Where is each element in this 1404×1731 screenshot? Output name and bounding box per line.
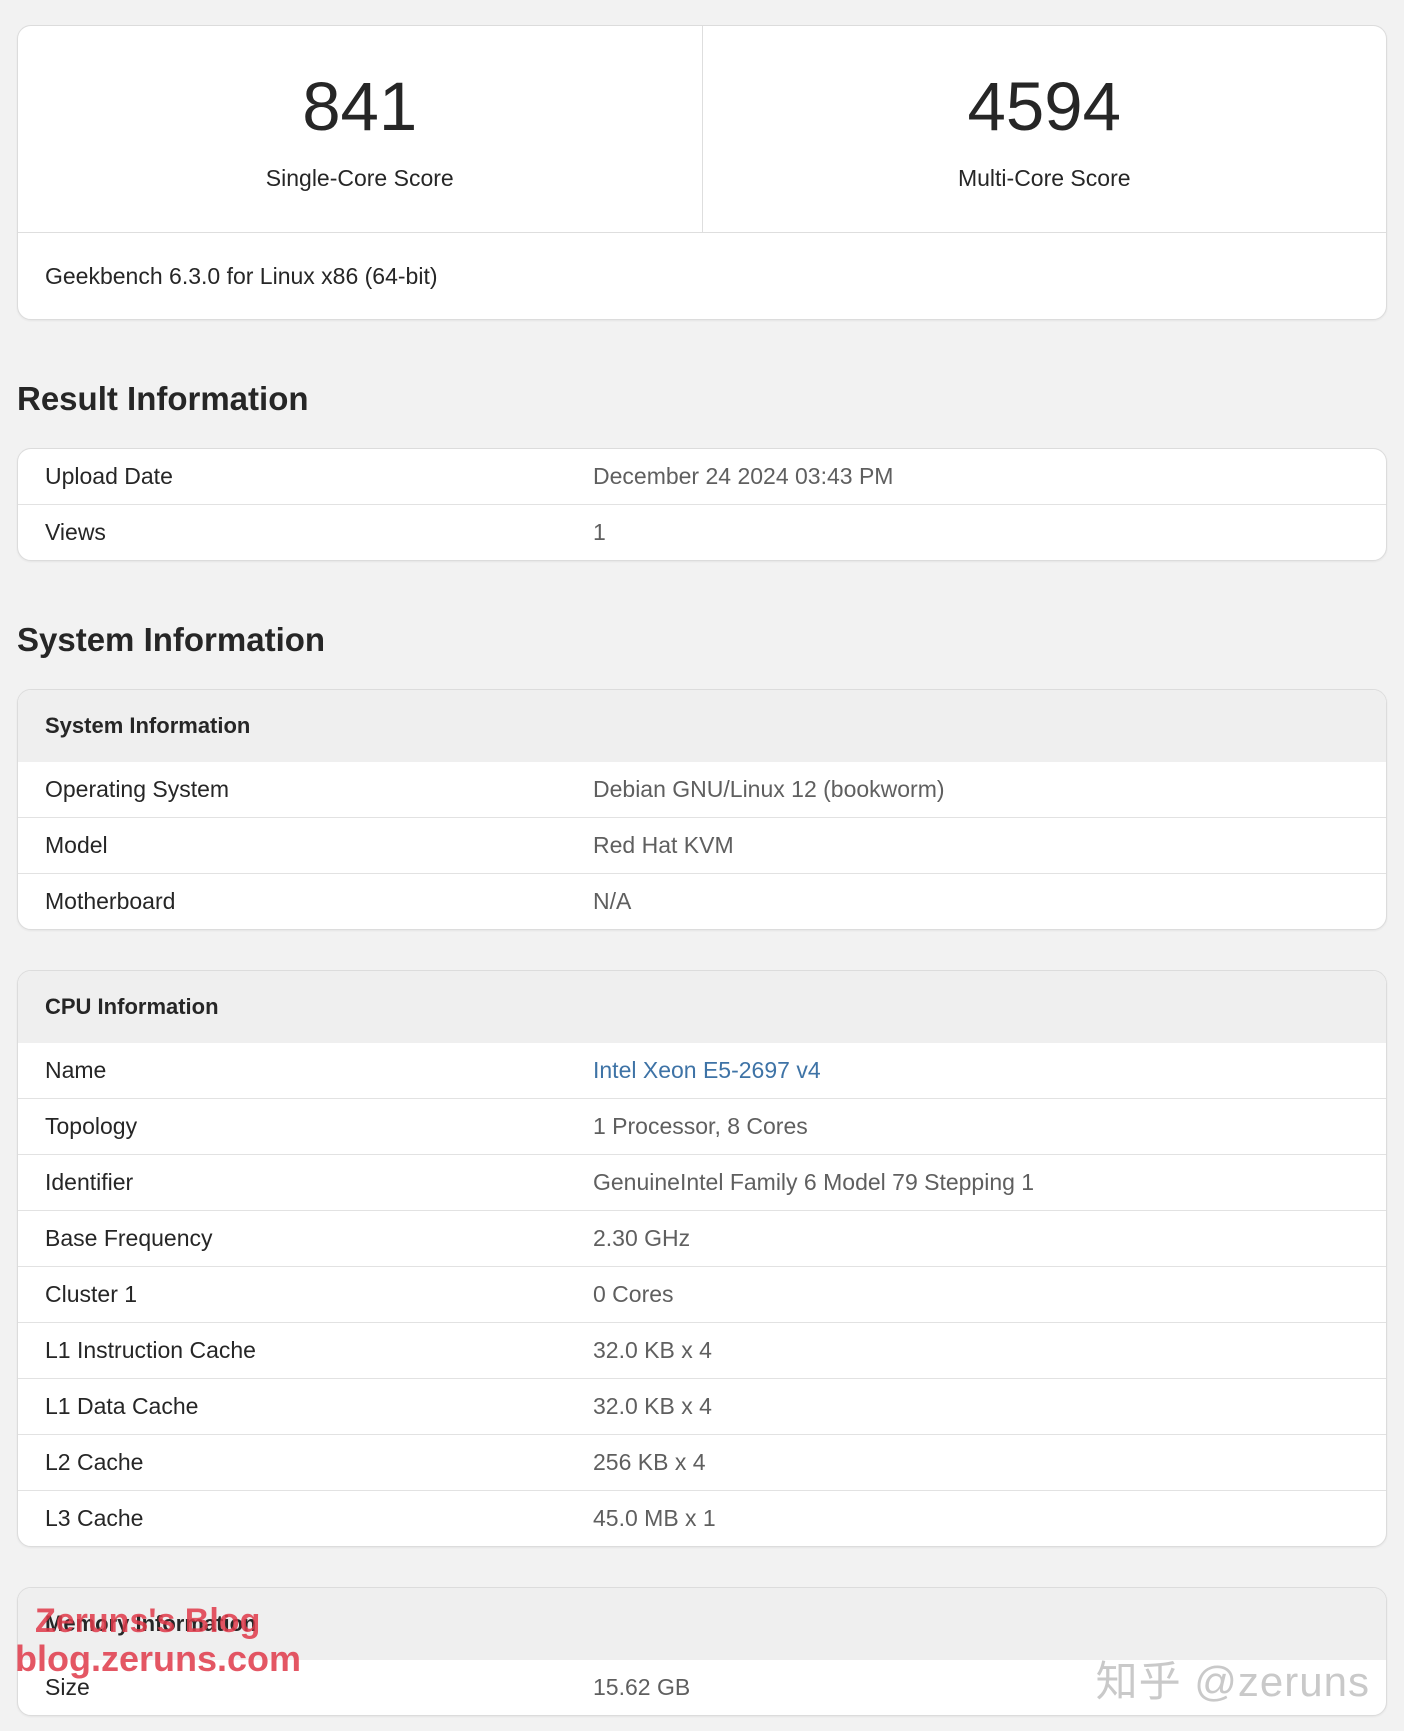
benchmark-version: Geekbench 6.3.0 for Linux x86 (64-bit) — [45, 263, 438, 289]
blog-watermark: Zeruns's Blog blog.zeruns.com — [15, 1603, 301, 1679]
row-value: 2.30 GHz — [593, 1225, 691, 1251]
row-label: Identifier — [45, 1169, 134, 1195]
cpu-information-card: CPU Information Name Intel Xeon E5-2697 … — [17, 970, 1387, 1547]
row-label: L2 Cache — [45, 1449, 144, 1475]
info-row-topology: Topology 1 Processor, 8 Cores — [18, 1098, 1386, 1154]
row-value: December 24 2024 03:43 PM — [593, 463, 894, 489]
result-information-card: Upload Date December 24 2024 03:43 PM Vi… — [17, 448, 1387, 561]
info-row-views: Views 1 — [18, 504, 1386, 560]
multi-core-score-label: Multi-Core Score — [957, 165, 1131, 191]
row-label: Cluster 1 — [45, 1281, 138, 1307]
info-row-operating-system: Operating System Debian GNU/Linux 12 (bo… — [18, 762, 1386, 817]
multi-core-score: 4594 Multi-Core Score — [701, 26, 1387, 232]
row-label: Model — [45, 832, 108, 858]
row-label: L3 Cache — [45, 1505, 144, 1531]
single-core-score: 841 Single-Core Score — [18, 26, 702, 232]
zhihu-watermark: 知乎 @zeruns — [1095, 1658, 1370, 1705]
info-row-model: Model Red Hat KVM — [18, 817, 1386, 873]
multi-core-score-value: 4594 — [967, 68, 1122, 145]
row-value: 45.0 MB x 1 — [593, 1505, 716, 1531]
info-row-l3-cache: L3 Cache 45.0 MB x 1 — [18, 1490, 1386, 1546]
row-value: Debian GNU/Linux 12 (bookworm) — [593, 776, 945, 802]
blog-watermark-name: Zeruns's Blog — [35, 1602, 261, 1640]
info-row-base-frequency: Base Frequency 2.30 GHz — [18, 1210, 1386, 1266]
result-information-title: Result Information — [17, 380, 309, 417]
info-row-name: Name Intel Xeon E5-2697 v4 — [18, 1043, 1386, 1098]
row-value: 1 — [593, 519, 606, 545]
row-value: 32.0 KB x 4 — [593, 1337, 712, 1363]
cpu-name-link[interactable]: Intel Xeon E5-2697 v4 — [593, 1043, 821, 1098]
info-row-cluster-1: Cluster 1 0 Cores — [18, 1266, 1386, 1322]
row-label: Upload Date — [45, 463, 173, 489]
info-row-l1-instruction-cache: L1 Instruction Cache 32.0 KB x 4 — [18, 1322, 1386, 1378]
row-value: 15.62 GB — [593, 1674, 691, 1700]
system-information-title: System Information — [17, 621, 326, 658]
card-header: System Information — [18, 690, 1386, 762]
scores-row: 841 Single-Core Score 4594 Multi-Core Sc… — [18, 26, 1386, 233]
single-core-score-value: 841 — [302, 68, 418, 145]
row-label: Name — [45, 1057, 107, 1083]
row-value: 1 Processor, 8 Cores — [593, 1113, 808, 1139]
score-card: 841 Single-Core Score 4594 Multi-Core Sc… — [17, 25, 1387, 320]
single-core-score-label: Single-Core Score — [265, 165, 454, 191]
row-label: L1 Data Cache — [45, 1393, 199, 1419]
info-row-l2-cache: L2 Cache 256 KB x 4 — [18, 1434, 1386, 1490]
row-value: GenuineIntel Family 6 Model 79 Stepping … — [593, 1169, 1035, 1195]
row-value: 0 Cores — [593, 1281, 674, 1307]
system-information-card: System Information Operating System Debi… — [17, 689, 1387, 930]
row-value: Red Hat KVM — [593, 832, 734, 858]
card-header: CPU Information — [18, 971, 1386, 1043]
row-value: N/A — [593, 888, 632, 914]
row-label: Topology — [45, 1113, 138, 1139]
row-value: 256 KB x 4 — [593, 1449, 706, 1475]
row-label: Motherboard — [45, 888, 176, 914]
info-row-l1-data-cache: L1 Data Cache 32.0 KB x 4 — [18, 1378, 1386, 1434]
row-label: L1 Instruction Cache — [45, 1337, 256, 1363]
info-row-identifier: Identifier GenuineIntel Family 6 Model 7… — [18, 1154, 1386, 1210]
info-row-motherboard: Motherboard N/A — [18, 873, 1386, 929]
row-value: 32.0 KB x 4 — [593, 1393, 712, 1419]
row-label: Base Frequency — [45, 1225, 213, 1251]
row-label: Operating System — [45, 776, 230, 802]
info-row-upload-date: Upload Date December 24 2024 03:43 PM — [18, 449, 1386, 504]
blog-watermark-url: blog.zeruns.com — [15, 1637, 302, 1679]
row-label: Views — [45, 519, 106, 545]
